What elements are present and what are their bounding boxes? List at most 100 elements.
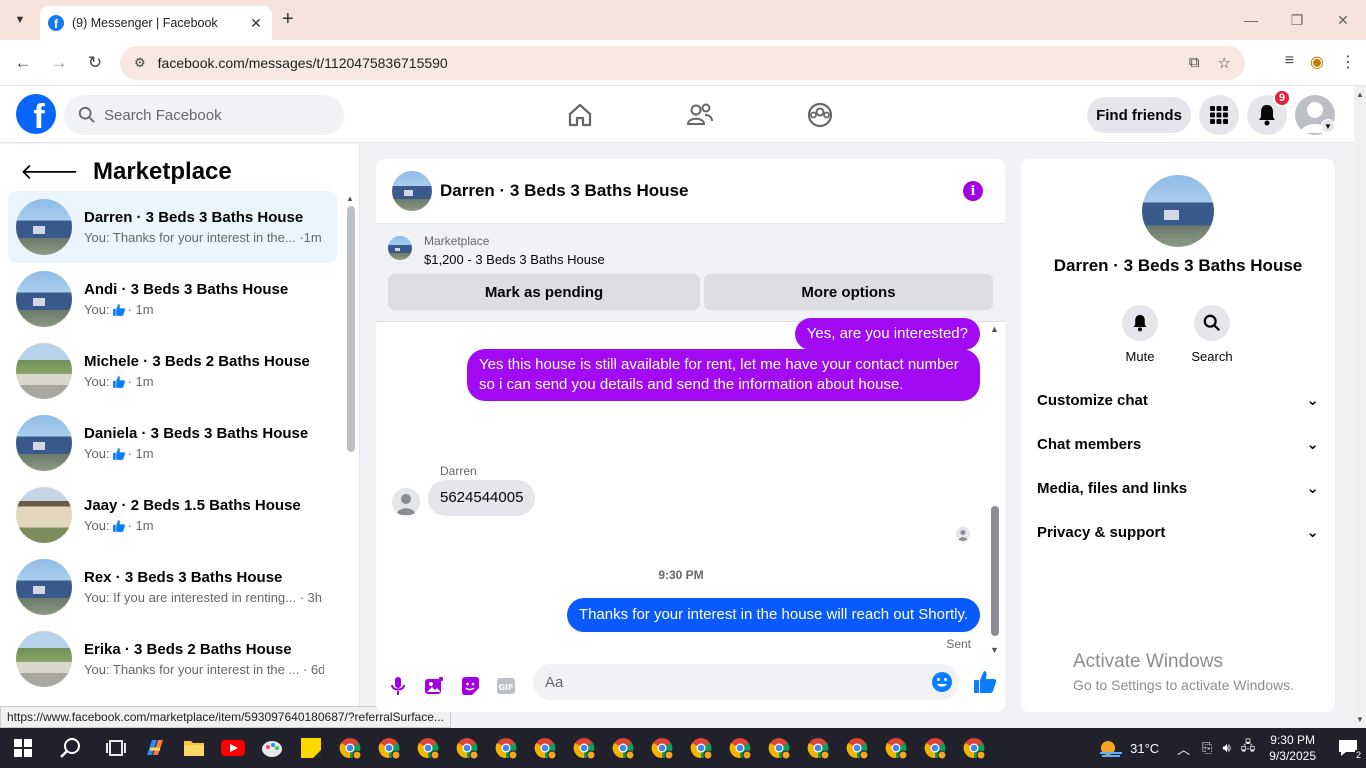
paint-icon[interactable] (252, 728, 291, 768)
forward-arrow-icon[interactable]: → (48, 52, 70, 74)
chrome-profile-icon[interactable] (408, 728, 447, 768)
chrome-profile-icon[interactable] (642, 728, 681, 768)
usb-icon[interactable]: ⎘ (1202, 740, 1212, 756)
chat-members-row[interactable]: Chat members ⌄ (1037, 422, 1319, 466)
chrome-profile-icon[interactable] (603, 728, 642, 768)
mute-button[interactable]: Mute (1105, 305, 1175, 364)
file-explorer-icon[interactable] (174, 728, 213, 768)
chrome-profile-icon[interactable] (915, 728, 954, 768)
reload-icon[interactable]: ↻ (84, 52, 106, 74)
more-options-button[interactable]: More options (704, 274, 993, 310)
chrome-profile-icon[interactable] (447, 728, 486, 768)
taskbar-clock[interactable]: 9:30 PM 9/3/2025 (1269, 732, 1316, 764)
facebook-search-input[interactable] (104, 106, 324, 124)
address-bar[interactable]: ⚙ facebook.com/messages/t/11204758367155… (120, 46, 1245, 80)
back-arrow-icon[interactable]: ← (12, 52, 34, 74)
facebook-logo-icon[interactable]: f (16, 94, 56, 134)
outgoing-message[interactable]: Thanks for your interest in the house wi… (566, 598, 980, 632)
chat-list-item[interactable]: Michele · 3 Beds 2 Baths House You: · 1m (8, 335, 337, 407)
weather-temperature[interactable]: 31°C (1130, 741, 1159, 756)
chrome-profile-icon[interactable] (798, 728, 837, 768)
chrome-profile-icon[interactable] (837, 728, 876, 768)
volume-icon[interactable]: 🔊︎ (1223, 740, 1231, 756)
search-in-chat-button[interactable]: Search (1177, 305, 1247, 364)
chat-list-item[interactable]: Rex · 3 Beds 3 Baths House You: If you ar… (8, 551, 337, 623)
chrome-profile-icon[interactable] (681, 728, 720, 768)
home-icon[interactable] (520, 86, 640, 143)
new-tab-plus-icon[interactable]: + (282, 8, 294, 31)
listing-thumbnail[interactable] (388, 236, 412, 260)
media-control-icon[interactable]: ≡ (1285, 52, 1294, 72)
chat-list-item[interactable]: Jaay · 2 Beds 1.5 Baths House You: · 1m (8, 479, 337, 551)
message-scrollbar[interactable]: ▲ ▼ (989, 324, 1001, 655)
sender-avatar[interactable] (392, 488, 420, 516)
media-files-links-row[interactable]: Media, files and links ⌄ (1037, 466, 1319, 510)
back-arrow-icon[interactable]: 🡐 (20, 159, 79, 185)
incoming-message[interactable]: 5624544005 (428, 480, 536, 516)
groups-icon[interactable] (760, 86, 880, 143)
snippet-suffix: · 1m (127, 518, 154, 533)
tray-chevron-up-icon[interactable]: ︿ (1177, 739, 1190, 758)
notification-badge: 9 (1273, 89, 1291, 107)
conversation-avatar[interactable] (392, 171, 432, 211)
browser-menu-icon[interactable]: ⋮ (1340, 52, 1356, 72)
emoji-icon[interactable] (931, 671, 953, 693)
chrome-profile-icon[interactable] (330, 728, 369, 768)
install-app-icon[interactable]: ⧉ (1189, 54, 1200, 72)
notification-center-icon[interactable]: 2 (1330, 728, 1366, 768)
youtube-icon[interactable] (213, 728, 252, 768)
notifications-bell-icon[interactable]: 9 (1247, 89, 1291, 135)
friends-icon[interactable] (640, 86, 760, 143)
chat-info-avatar[interactable] (1142, 175, 1214, 247)
chrome-profile-icon[interactable] (486, 728, 525, 768)
info-icon[interactable]: i (963, 181, 983, 201)
chrome-profile-icon[interactable] (954, 728, 993, 768)
copilot-icon[interactable] (135, 728, 174, 768)
weather-icon[interactable] (1098, 738, 1124, 758)
thumbs-up-icon[interactable] (972, 669, 998, 695)
chrome-profile-icon[interactable] (525, 728, 564, 768)
find-friends-button[interactable]: Find friends (1087, 97, 1191, 133)
page-scrollbar[interactable]: ▲ ▼ (1354, 86, 1366, 728)
customize-chat-row[interactable]: Customize chat ⌄ (1037, 378, 1319, 422)
profile-icon[interactable]: ◉ (1310, 52, 1324, 72)
network-icon[interactable]: 🖧︎ (1241, 737, 1256, 759)
chat-list-scrollbar[interactable]: ▲ (345, 194, 355, 728)
restore-icon[interactable]: ❐ (1274, 0, 1320, 40)
message-input-box[interactable] (533, 664, 959, 700)
windows-start-icon[interactable] (0, 728, 46, 768)
sticker-icon[interactable] (452, 668, 488, 704)
chat-list-item[interactable]: Andi · 3 Beds 3 Baths House You: · 1m (8, 263, 337, 335)
tab-close-icon[interactable]: ✕ (248, 15, 264, 32)
taskbar-search-icon[interactable] (46, 728, 96, 768)
task-view-icon[interactable] (96, 728, 135, 768)
outgoing-message[interactable]: Yes this house is still available for re… (467, 349, 980, 401)
site-info-icon[interactable]: ⚙ (134, 55, 146, 71)
chrome-profile-icon[interactable] (720, 728, 759, 768)
bookmark-star-icon[interactable]: ☆ (1218, 54, 1231, 72)
gif-icon[interactable]: GIF (488, 668, 524, 704)
window-close-icon[interactable]: ✕ (1320, 0, 1366, 40)
chat-list-item[interactable]: Erika · 3 Beds 2 Baths House You: Thanks … (8, 623, 337, 695)
photo-attach-icon[interactable] (416, 668, 452, 704)
facebook-search[interactable] (64, 95, 344, 135)
mark-as-pending-button[interactable]: Mark as pending (388, 274, 700, 310)
account-chevron-down-icon[interactable]: ▼ (1321, 119, 1335, 133)
browser-tab-messenger[interactable]: f (9) Messenger | Facebook ✕ (40, 6, 272, 40)
listing-price[interactable]: $1,200 - 3 Beds 3 Baths House (424, 252, 605, 267)
chat-list-item[interactable]: Daniela · 3 Beds 3 Baths House You: · 1m (8, 407, 337, 479)
chrome-profile-icon[interactable] (876, 728, 915, 768)
tab-list-chevron-icon[interactable]: ▼ (8, 8, 32, 32)
outgoing-message[interactable]: Yes, are you interested? (794, 318, 980, 350)
chat-list-item[interactable]: Darren · 3 Beds 3 Baths House You: Thanks… (8, 191, 337, 263)
privacy-support-row[interactable]: Privacy & support ⌄ (1037, 510, 1319, 554)
sticky-notes-icon[interactable] (291, 728, 330, 768)
chrome-profile-icon[interactable] (759, 728, 798, 768)
menu-grid-icon[interactable] (1199, 95, 1239, 135)
minimize-icon[interactable]: — (1228, 0, 1274, 40)
microphone-icon[interactable] (380, 668, 416, 704)
chrome-profile-icon[interactable] (564, 728, 603, 768)
conversation-title[interactable]: Darren · 3 Beds 3 Baths House (440, 181, 688, 201)
chrome-profile-icon[interactable] (369, 728, 408, 768)
message-input[interactable] (545, 673, 925, 691)
